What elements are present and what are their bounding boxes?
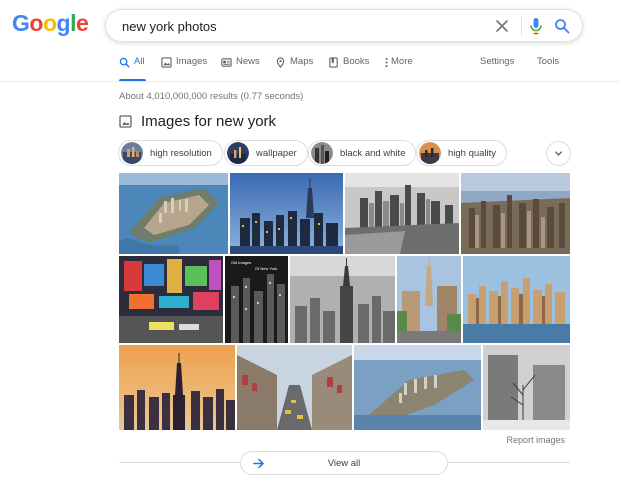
chips-expand-button[interactable] (546, 141, 571, 166)
empire-state-bw-photo (290, 256, 395, 343)
tab-maps[interactable]: Maps (275, 56, 313, 82)
image-result[interactable] (354, 345, 481, 430)
logo-letter: o (42, 10, 57, 36)
photo-caption: Of New York (255, 266, 278, 271)
book-icon (329, 57, 338, 68)
chip-black-and-white[interactable]: black and white (308, 140, 417, 166)
tab-all[interactable]: All (119, 56, 146, 82)
chip-high-quality[interactable]: high quality (416, 140, 508, 166)
logo-letter: o (29, 10, 43, 36)
aerial-island-photo (354, 345, 481, 430)
chip-wallpaper[interactable]: wallpaper (224, 140, 308, 166)
skyline-dusk-photo (230, 173, 343, 254)
chip-thumbnail (419, 142, 441, 164)
arrow-right-icon (253, 458, 264, 469)
image-result[interactable] (237, 345, 352, 430)
image-result[interactable] (119, 173, 228, 254)
chevron-down-icon (555, 151, 562, 156)
tab-label: Images (176, 56, 208, 67)
manhattan-aerial-photo (119, 173, 228, 254)
search-input[interactable] (122, 16, 482, 36)
google-logo[interactable]: Google (12, 10, 89, 37)
map-pin-icon (276, 57, 285, 68)
image-result[interactable] (119, 256, 223, 343)
sunset-skyline-photo (119, 345, 235, 430)
tab-label: Books (343, 56, 370, 67)
images-section-title: Images for new york (141, 113, 277, 130)
settings-link[interactable]: Settings (480, 56, 514, 82)
chip-thumbnail (121, 142, 143, 164)
more-vertical-icon (385, 57, 388, 68)
settings-label: Settings (480, 56, 515, 67)
tab-label: News (236, 56, 260, 67)
image-result[interactable] (483, 345, 570, 430)
search-box (105, 9, 583, 42)
image-icon (119, 115, 132, 128)
search-icon (555, 19, 570, 34)
chip-thumbnail (311, 142, 333, 164)
tab-news[interactable]: News (221, 56, 260, 82)
chip-label: wallpaper (256, 147, 297, 159)
tabs-divider (0, 81, 620, 82)
winter-street-bw-photo (483, 345, 570, 430)
report-images-link[interactable]: Report images (506, 435, 565, 445)
tab-books[interactable]: Books (328, 56, 369, 82)
image-result[interactable] (461, 173, 570, 254)
logo-letter: g (56, 10, 71, 36)
skyline-waterfront-photo (463, 256, 570, 343)
city-panorama-photo (461, 173, 570, 254)
tools-link[interactable]: Tools (537, 56, 559, 82)
clear-search-button[interactable] (494, 18, 510, 34)
images-section-header[interactable]: Images for new york (119, 113, 276, 130)
photo-caption: Old images (231, 260, 252, 265)
image-result[interactable] (397, 256, 461, 343)
chip-label: black and white (340, 147, 406, 159)
street-view-photo (397, 256, 461, 343)
image-result[interactable] (119, 345, 235, 430)
search-submit-button[interactable] (554, 18, 570, 34)
image-result[interactable] (230, 173, 343, 254)
search-tabs: All Images News Maps Books More Settings… (0, 56, 620, 82)
image-icon (161, 57, 172, 68)
logo-letter: e (75, 10, 89, 36)
searchbox-divider (521, 17, 522, 36)
tab-label: All (134, 56, 145, 67)
image-result[interactable] (463, 256, 570, 343)
image-result[interactable]: Old images Of New York (225, 256, 288, 343)
logo-letter: G (12, 10, 30, 36)
chip-label: high quality (448, 147, 497, 159)
voice-search-button[interactable] (528, 17, 544, 35)
news-icon (221, 58, 232, 67)
street-traffic-photo (237, 345, 352, 430)
chip-label: high resolution (150, 147, 212, 159)
search-icon (119, 57, 130, 68)
view-all-button[interactable]: View all (240, 451, 448, 475)
black-white-aerial-photo (345, 173, 459, 254)
microphone-icon (530, 18, 542, 35)
close-icon (496, 20, 508, 32)
chip-high-resolution[interactable]: high resolution (118, 140, 223, 166)
tab-label: More (391, 56, 413, 67)
chip-thumbnail (227, 142, 249, 164)
result-stats: About 4,010,000,000 results (0.77 second… (119, 91, 304, 102)
tools-label: Tools (537, 56, 560, 67)
times-square-photo (119, 256, 223, 343)
view-all-label: View all (327, 457, 361, 469)
tab-label: Maps (290, 56, 314, 67)
image-result[interactable] (290, 256, 395, 343)
image-result[interactable] (345, 173, 459, 254)
tab-more[interactable]: More (384, 56, 413, 82)
tab-images[interactable]: Images (161, 56, 207, 82)
